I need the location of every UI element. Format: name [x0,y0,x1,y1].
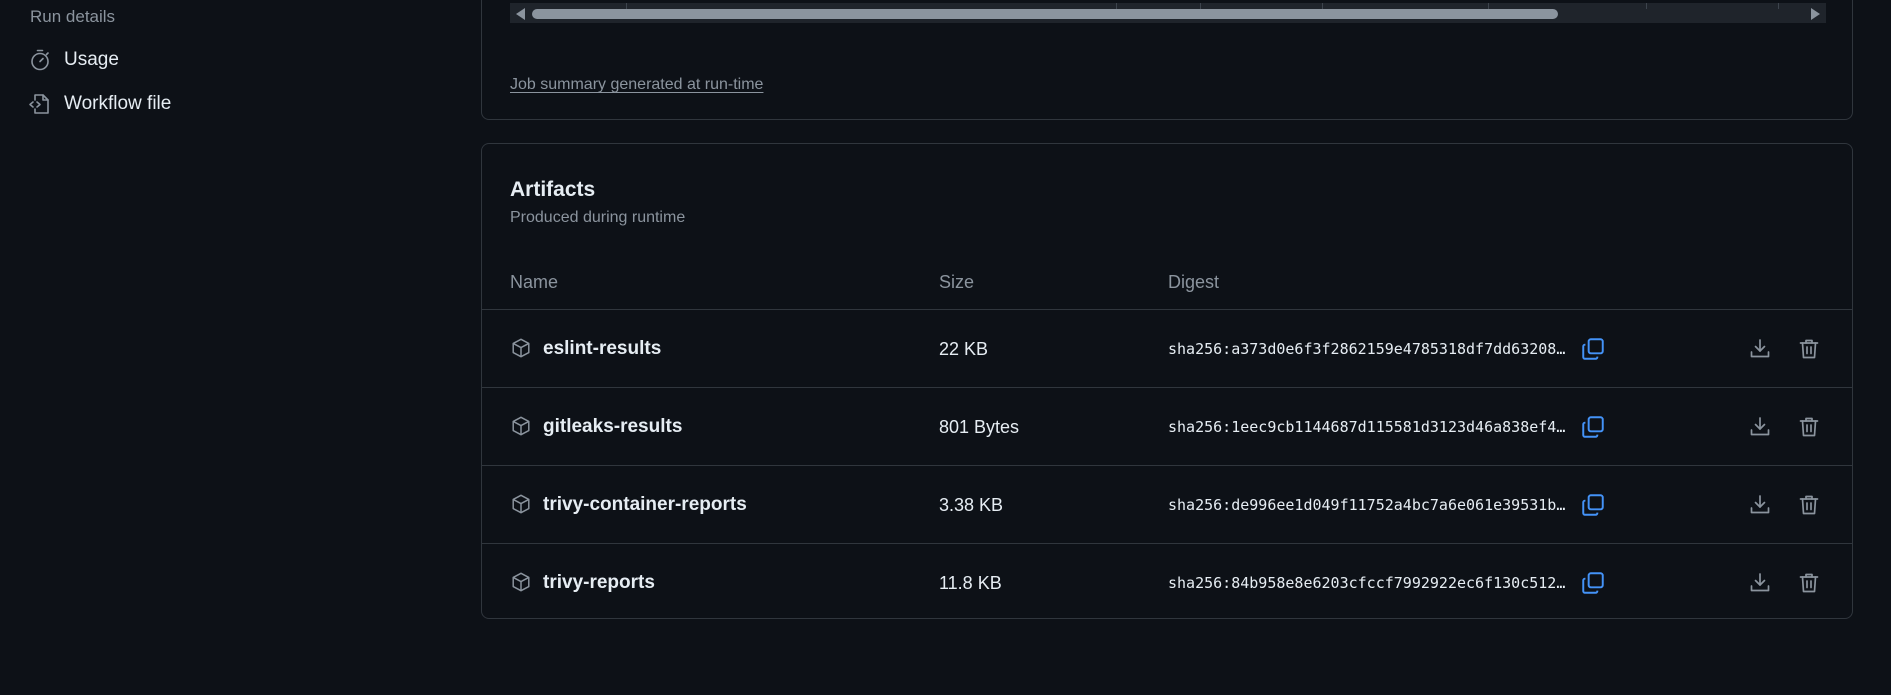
table-row: trivy-container-reports 3.38 KB sha256:d… [482,466,1852,544]
sidebar-item-usage[interactable]: Usage [28,48,119,72]
sidebar: Run details Usage Workflow file [0,0,470,695]
table-row: gitleaks-results 801 Bytes sha256:1eec9c… [482,388,1852,466]
package-icon [510,415,532,437]
artifact-name-link[interactable]: eslint-results [543,338,661,360]
package-icon [510,337,532,359]
job-summary-card: Job summary generated at run-time [481,0,1853,120]
artifact-size: 11.8 KB [939,573,1002,593]
file-code-icon [28,92,52,116]
artifact-name-link[interactable]: trivy-container-reports [543,494,747,516]
scroll-right-arrow-icon[interactable] [1811,8,1820,20]
sidebar-item-label: Usage [64,49,119,70]
artifact-digest: sha256:a373d0e6f3f2862159e4785318df7dd63… [1168,340,1566,358]
sidebar-item-workflow-file[interactable]: Workflow file [28,92,171,116]
trash-icon[interactable] [1797,493,1821,517]
trash-icon[interactable] [1797,415,1821,439]
stopwatch-icon [28,48,52,72]
job-summary-link[interactable]: Job summary generated at run-time [510,76,763,94]
package-icon [510,493,532,515]
column-header-digest: Digest [1168,272,1220,292]
trash-icon[interactable] [1797,571,1821,595]
artifact-size: 3.38 KB [939,495,1004,515]
artifact-size: 801 Bytes [939,417,1020,437]
artifact-digest: sha256:1eec9cb1144687d115581d3123d46a838… [1168,418,1566,436]
sidebar-heading: Run details [30,7,116,26]
copy-icon[interactable] [1580,414,1606,440]
artifacts-title: Artifacts [510,178,596,201]
horizontal-scrollbar[interactable] [510,3,1826,23]
table-column-divider [1778,3,1779,9]
download-icon[interactable] [1748,337,1772,361]
artifacts-subtitle: Produced during runtime [510,209,686,226]
artifact-size: 22 KB [939,339,989,359]
download-icon[interactable] [1748,571,1772,595]
column-header-name: Name [510,272,559,292]
table-row: eslint-results 22 KB sha256:a373d0e6f3f2… [482,310,1852,388]
artifact-digest: sha256:84b958e8e6203cfccf7992922ec6f130c… [1168,574,1566,592]
copy-icon[interactable] [1580,570,1606,596]
table-column-divider [1646,3,1647,9]
package-icon [510,571,532,593]
scrollbar-thumb[interactable] [532,9,1558,19]
trash-icon[interactable] [1797,337,1821,361]
sidebar-item-label: Workflow file [64,93,172,114]
artifact-name-link[interactable]: trivy-reports [543,572,655,594]
artifacts-card: Artifacts Produced during runtime Name S… [481,143,1853,619]
copy-icon[interactable] [1580,492,1606,518]
column-header-size: Size [939,272,975,292]
table-row: trivy-reports 11.8 KB sha256:84b958e8e62… [482,544,1852,622]
copy-icon[interactable] [1580,336,1606,362]
artifacts-table-header: Name Size Digest [482,264,1852,310]
scroll-left-arrow-icon[interactable] [516,8,525,20]
artifact-digest: sha256:de996ee1d049f11752a4bc7a6e061e395… [1168,496,1566,514]
download-icon[interactable] [1748,493,1772,517]
download-icon[interactable] [1748,415,1772,439]
artifact-name-link[interactable]: gitleaks-results [543,416,682,438]
